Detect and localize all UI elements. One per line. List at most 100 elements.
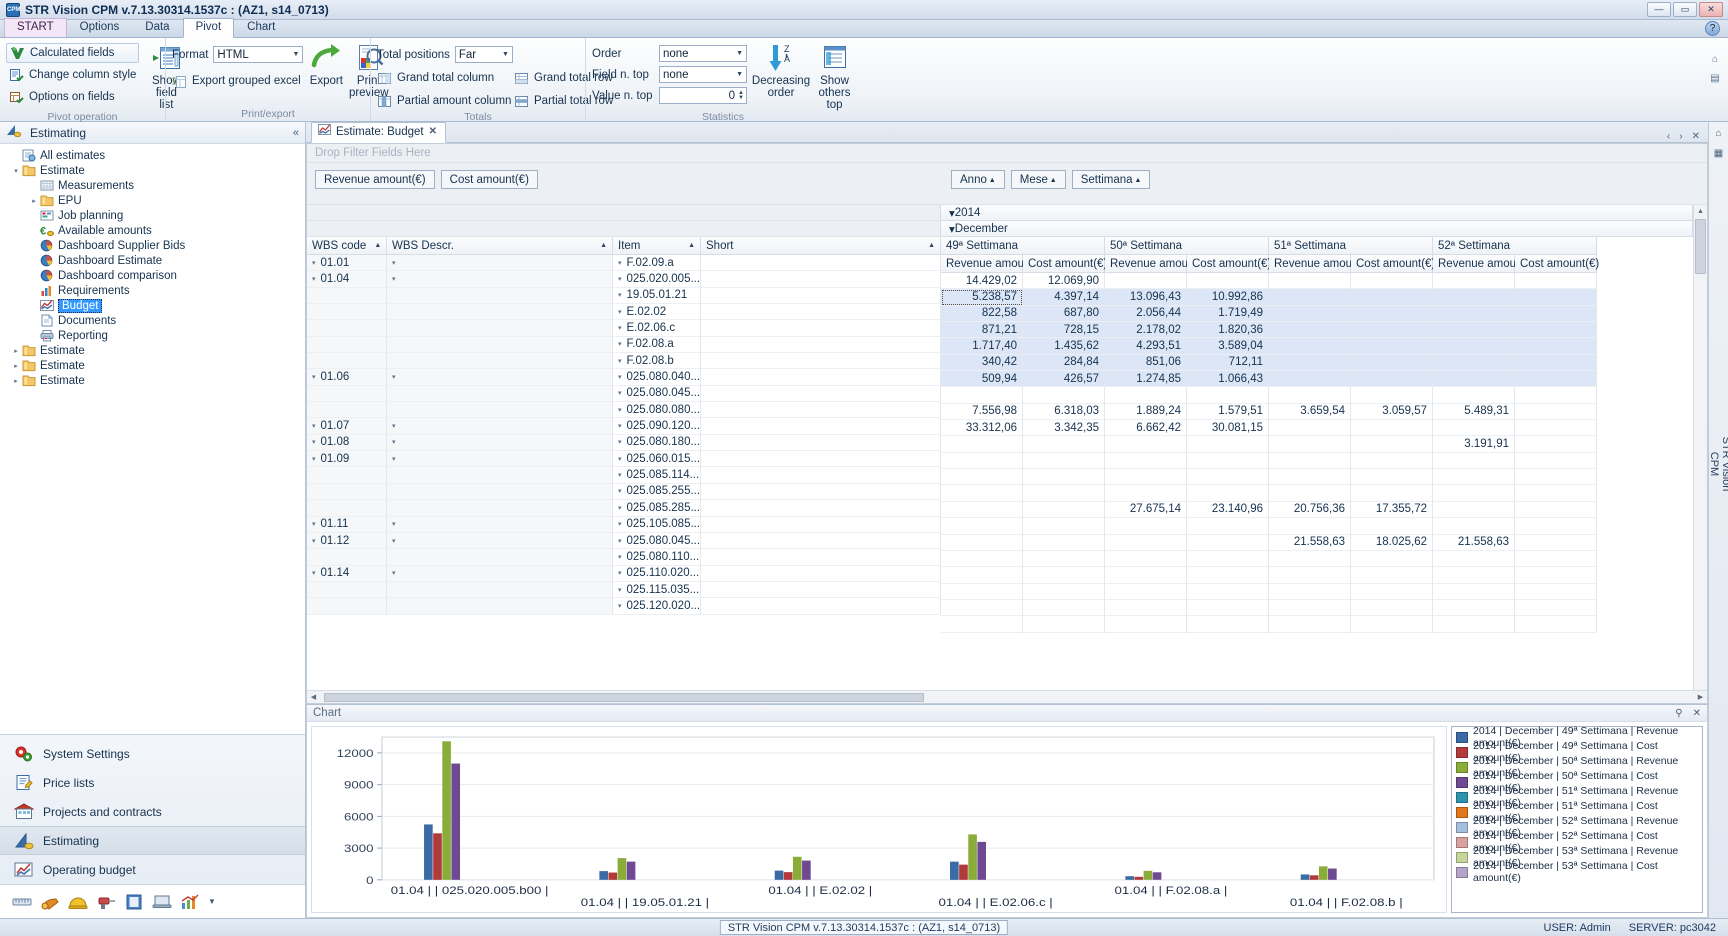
cell-item[interactable]: ▾025.080.040... xyxy=(613,369,701,385)
value-cell[interactable] xyxy=(1515,584,1597,600)
value-cell[interactable] xyxy=(1351,584,1433,600)
cell-wbs-code[interactable] xyxy=(307,500,387,516)
value-cell[interactable] xyxy=(1269,616,1351,632)
value-cell[interactable]: 1.274,85 xyxy=(1105,371,1187,387)
cell-item[interactable]: ▾025.085.255... xyxy=(613,484,701,500)
cell-short[interactable] xyxy=(701,566,941,582)
cell-wbs-code[interactable] xyxy=(307,304,387,320)
horizontal-scroll-thumb[interactable] xyxy=(324,693,924,702)
measure-header-cost-w4[interactable]: Cost amount(€) xyxy=(1515,255,1597,273)
cell-wbs-code[interactable]: ▾01.08 xyxy=(307,435,387,451)
cell-item[interactable]: ▾025.080.045... xyxy=(613,533,701,549)
value-cell[interactable] xyxy=(1269,273,1351,289)
value-cell[interactable] xyxy=(1433,584,1515,600)
value-cell[interactable]: 340,42 xyxy=(941,355,1023,371)
cell-item[interactable]: ▾025.080.045... xyxy=(613,386,701,402)
expander-icon[interactable]: ▾ xyxy=(618,275,622,283)
value-cell[interactable]: 3.659,54 xyxy=(1269,404,1351,420)
prev-document-icon[interactable]: ‹ xyxy=(1667,131,1670,142)
value-cell[interactable] xyxy=(1351,567,1433,583)
cell-wbs-code[interactable]: ▾01.06 xyxy=(307,369,387,385)
expander-icon[interactable]: ▾ xyxy=(618,291,622,299)
cell-wbs-code[interactable] xyxy=(307,353,387,369)
expander-icon[interactable]: ▾ xyxy=(618,553,622,561)
table-row[interactable]: ▾025.115.035... xyxy=(307,582,941,598)
value-cell[interactable] xyxy=(941,600,1023,616)
table-row[interactable]: ▾01.04▾▾025.020.005... xyxy=(307,271,941,287)
value-cell[interactable] xyxy=(1433,551,1515,567)
value-cell[interactable] xyxy=(1351,551,1433,567)
table-row[interactable]: ▾025.080.080... xyxy=(307,402,941,418)
value-cell[interactable] xyxy=(1023,485,1105,501)
measure-icon[interactable] xyxy=(12,893,32,911)
table-row[interactable]: ▾025.085.255... xyxy=(307,484,941,500)
cell-wbs-descr[interactable]: ▾ xyxy=(387,418,613,434)
value-cell[interactable] xyxy=(1351,600,1433,616)
cell-item[interactable]: ▾025.080.080... xyxy=(613,402,701,418)
value-n-top-stepper[interactable]: 0 ▲▼ xyxy=(659,87,747,104)
value-cell[interactable] xyxy=(1023,616,1105,632)
cell-wbs-descr[interactable]: ▾ xyxy=(387,255,613,271)
value-cell[interactable] xyxy=(1433,273,1515,289)
tree-item-all-estimates[interactable]: All estimates xyxy=(4,148,305,163)
tree-item-dashboard-estimate[interactable]: Dashboard Estimate xyxy=(4,253,305,268)
sort-ascending-icon[interactable]: ▲ xyxy=(920,242,935,249)
value-cell[interactable] xyxy=(1515,518,1597,534)
cell-short[interactable] xyxy=(701,255,941,271)
tree-item-epu[interactable]: ▸EPU xyxy=(4,193,305,208)
value-cell[interactable]: 6.318,03 xyxy=(1023,404,1105,420)
chart-up-icon[interactable] xyxy=(180,893,200,911)
value-cell[interactable]: 1.717,40 xyxy=(941,338,1023,354)
total-positions-select[interactable]: Far ▼ xyxy=(455,46,513,63)
cell-short[interactable] xyxy=(701,288,941,304)
expander-icon[interactable]: ▾ xyxy=(618,471,622,479)
cell-short[interactable] xyxy=(701,271,941,287)
cell-wbs-descr[interactable]: ▾ xyxy=(387,533,613,549)
column-week-2[interactable]: 50ª Settimana xyxy=(1105,237,1269,255)
expander-icon[interactable]: ▾ xyxy=(618,308,622,316)
cell-short[interactable] xyxy=(701,353,941,369)
tree-item-estimate[interactable]: ▾Estimate xyxy=(4,163,305,178)
value-cell[interactable]: 728,15 xyxy=(1023,322,1105,338)
value-cell[interactable] xyxy=(1269,322,1351,338)
cell-wbs-descr[interactable] xyxy=(387,582,613,598)
value-cell[interactable]: 3.059,57 xyxy=(1351,404,1433,420)
table-row[interactable]: ▾01.07▾▾025.090.120... xyxy=(307,418,941,434)
cell-item[interactable]: ▾F.02.08.b xyxy=(613,353,701,369)
change-column-style-button[interactable]: Change column style xyxy=(6,65,139,85)
table-row-values[interactable]: 3.191,91 xyxy=(941,436,1693,452)
value-cell[interactable] xyxy=(1187,616,1269,632)
close-icon[interactable]: ✕ xyxy=(1693,708,1701,719)
cell-short[interactable] xyxy=(701,500,941,516)
value-cell[interactable]: 851,06 xyxy=(1105,355,1187,371)
value-cell[interactable] xyxy=(1187,584,1269,600)
export-button[interactable]: Export xyxy=(310,41,343,87)
column-field-settimana[interactable]: Settimana xyxy=(1072,170,1151,189)
table-row[interactable]: ▾025.085.285... xyxy=(307,500,941,516)
tree-item-budget[interactable]: Budget xyxy=(4,298,305,313)
tree-item-available-amounts[interactable]: €Available amounts xyxy=(4,223,305,238)
table-row[interactable]: ▾01.06▾▾025.080.040... xyxy=(307,369,941,385)
cell-item[interactable]: ▾025.020.005... xyxy=(613,271,701,287)
column-header-wbs-code[interactable]: WBS code▲ xyxy=(307,237,387,255)
value-cell[interactable] xyxy=(1269,420,1351,436)
value-cell[interactable] xyxy=(1269,453,1351,469)
table-row-values[interactable]: 21.558,6318.025,6221.558,63 xyxy=(941,535,1693,551)
value-cell[interactable] xyxy=(1105,469,1187,485)
close-button[interactable]: ✕ xyxy=(1699,2,1723,17)
expander-icon[interactable]: ▾ xyxy=(312,537,316,545)
cell-short[interactable] xyxy=(701,304,941,320)
cell-wbs-code[interactable] xyxy=(307,549,387,565)
home-icon[interactable]: ⌂ xyxy=(1715,128,1721,139)
cell-item[interactable]: ▾025.080.110... xyxy=(613,549,701,565)
value-cell[interactable] xyxy=(1515,616,1597,632)
help-icon[interactable]: ? xyxy=(1705,21,1720,36)
value-cell[interactable] xyxy=(1351,289,1433,305)
cell-short[interactable] xyxy=(701,533,941,549)
expander-icon[interactable]: ▾ xyxy=(618,602,622,610)
vertical-scroll-thumb[interactable] xyxy=(1695,219,1706,274)
value-cell[interactable] xyxy=(1105,387,1187,403)
expander-icon[interactable]: ▾ xyxy=(618,455,622,463)
cell-wbs-descr[interactable] xyxy=(387,288,613,304)
table-row[interactable]: ▾025.080.045... xyxy=(307,386,941,402)
